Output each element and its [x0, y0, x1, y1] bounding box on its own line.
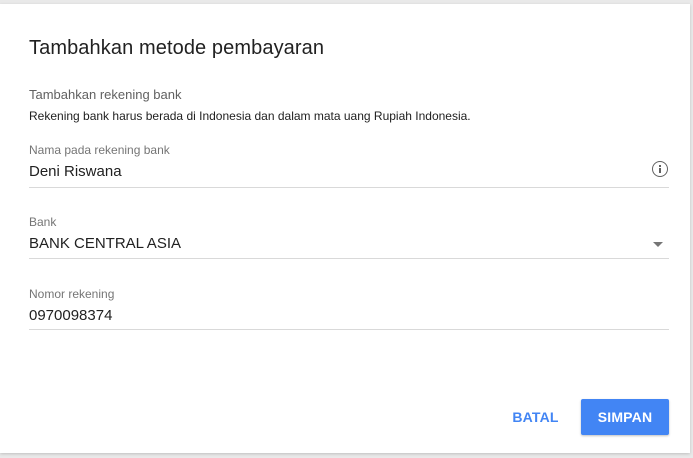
info-icon[interactable] — [652, 161, 668, 177]
bank-selected-value[interactable]: BANK CENTRAL ASIA — [29, 235, 181, 252]
account-number-field[interactable]: Nomor rekening 0970098374 — [29, 287, 669, 330]
cancel-button[interactable]: BATAL — [507, 399, 564, 435]
bank-select[interactable]: Bank BANK CENTRAL ASIA — [29, 215, 669, 259]
section-title: Tambahkan rekening bank — [29, 87, 182, 102]
save-button[interactable]: SIMPAN — [581, 399, 669, 435]
account-name-label: Nama pada rekening bank — [29, 143, 170, 157]
dialog-title: Tambahkan metode pembayaran — [29, 37, 325, 59]
account-name-field[interactable]: Nama pada rekening bank Deni Riswana — [29, 143, 669, 188]
section-description: Rekening bank harus berada di Indonesia … — [29, 109, 471, 123]
account-number-label: Nomor rekening — [29, 287, 115, 301]
bank-label: Bank — [29, 215, 57, 229]
account-number-input[interactable]: 0970098374 — [29, 307, 112, 324]
dropdown-caret-icon[interactable] — [653, 242, 663, 247]
add-payment-method-dialog: Tambahkan metode pembayaran Tambahkan re… — [0, 4, 690, 453]
account-name-input[interactable]: Deni Riswana — [29, 163, 122, 180]
